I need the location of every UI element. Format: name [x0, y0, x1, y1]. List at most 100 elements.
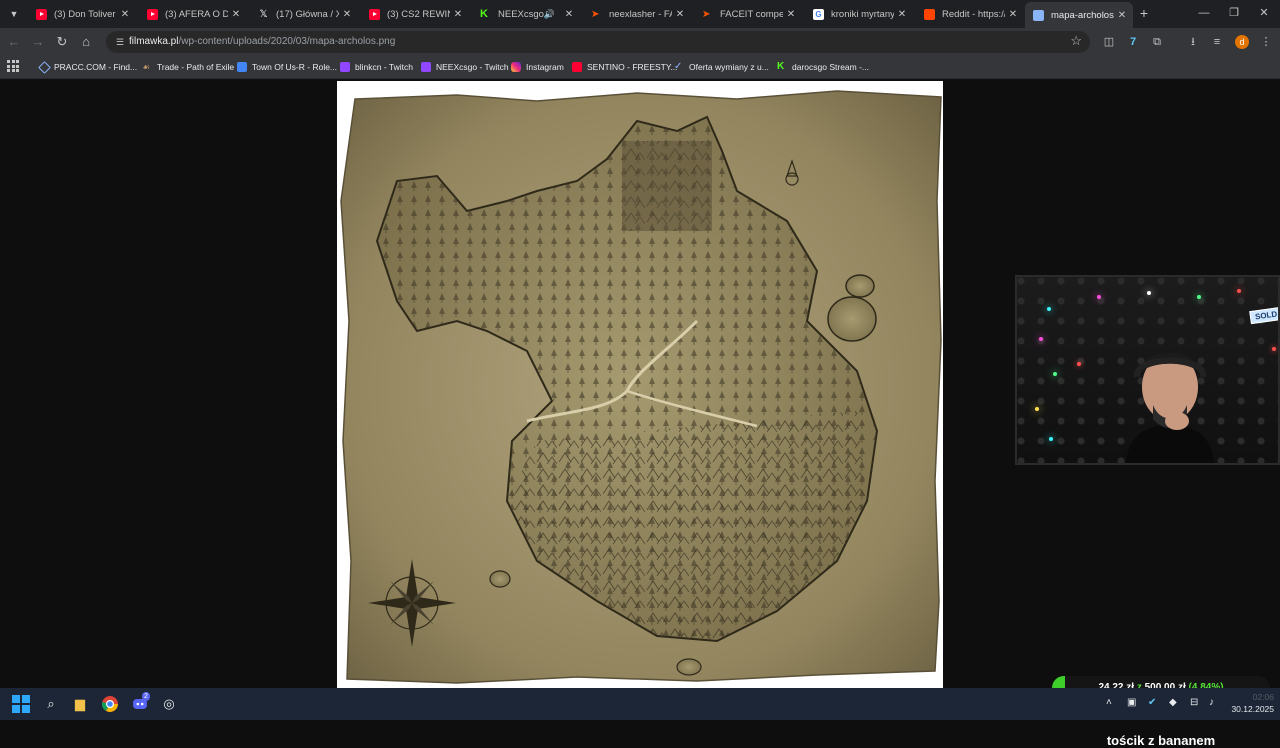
- bookmark-sentino[interactable]: SENTINO - FREESTY...: [572, 59, 678, 75]
- bookmark-label: NEEXcsgo - Twitch: [436, 62, 509, 72]
- windows-taskbar: ⌕ ▆ 2 ◎ ˄ ▣ ✔ ◆ ⊟ ♪ 02:06 30.12.2025: [0, 688, 1280, 720]
- tray-nvidia-icon[interactable]: ◆: [1169, 697, 1177, 708]
- close-icon[interactable]: ✕: [339, 9, 355, 20]
- discord-icon[interactable]: 2: [129, 692, 151, 715]
- home-button[interactable]: ⌂: [77, 33, 95, 51]
- bookmark-label: Trade - Path of Exile: [157, 62, 235, 72]
- forward-button[interactable]: →: [29, 33, 47, 51]
- restore-button[interactable]: ❐: [1222, 4, 1246, 22]
- tab-title: kroniki myrtany m: [831, 8, 894, 20]
- apps-grid-icon[interactable]: [7, 60, 19, 72]
- close-icon[interactable]: ✕: [228, 9, 244, 20]
- profile-avatar[interactable]: d: [1235, 35, 1249, 49]
- tab-cs2-rewind[interactable]: (3) CS2 REWIND 2 ✕: [361, 3, 469, 25]
- discord-badge: 2: [142, 692, 150, 701]
- volume-icon[interactable]: ♪: [1209, 697, 1214, 708]
- tab-title: Reddit - https://i.r: [942, 8, 1005, 20]
- tab-neexlasher-faceit[interactable]: ➤ neexlasher - FACE ✕: [583, 3, 691, 25]
- kick-icon: K: [480, 7, 488, 20]
- extensions-puzzle-icon[interactable]: ⧉: [1149, 34, 1165, 50]
- faceit-icon: ➤: [702, 8, 711, 20]
- tray-overflow-icon[interactable]: ˄: [1106, 697, 1112, 708]
- url-host: filmawka.pl: [129, 36, 179, 47]
- google-icon: G: [813, 8, 824, 20]
- bookmark-town-of-us[interactable]: Town Of Us-R - Role...: [237, 59, 337, 75]
- tab-kroniki-myrtany[interactable]: G kroniki myrtany m ✕: [805, 3, 913, 25]
- tab-afera[interactable]: (3) AFERA O DRU ✕: [139, 3, 247, 25]
- steam-icon[interactable]: ◎: [158, 693, 180, 715]
- close-icon[interactable]: ✕: [672, 9, 688, 20]
- youtube-icon: [36, 8, 47, 20]
- window-close-button[interactable]: ✕: [1252, 4, 1276, 22]
- extension-7tv-icon[interactable]: 7: [1125, 34, 1141, 50]
- bookmark-label: blinkcn - Twitch: [355, 62, 413, 72]
- bookmark-label: SENTINO - FREESTY...: [587, 62, 678, 72]
- close-icon[interactable]: ✕: [561, 9, 577, 20]
- tab-title: (3) Don Toliver - N: [54, 8, 117, 20]
- url-text[interactable]: filmawka.pl/wp-content/uploads/2020/03/m…: [129, 36, 395, 47]
- close-icon[interactable]: ✕: [1005, 9, 1021, 20]
- bookmarks-bar: PRACC.COM - Find... ☙ Trade - Path of Exi…: [0, 56, 1280, 79]
- tab-mapa-archolos[interactable]: mapa-archolos.pn ✕: [1025, 2, 1133, 28]
- bookmark-trade-poe[interactable]: ☙ Trade - Path of Exile: [142, 59, 234, 75]
- profile-initial: d: [1239, 37, 1245, 47]
- tab-title: (17) Główna / X: [276, 8, 339, 20]
- webcam-overlay: SOLD: [1015, 275, 1280, 465]
- reddit-icon: [924, 8, 935, 20]
- file-explorer-icon[interactable]: ▆: [69, 693, 91, 715]
- tab-reddit[interactable]: Reddit - https://i.r ✕: [916, 3, 1024, 25]
- back-button[interactable]: ←: [5, 33, 23, 51]
- clock-date: 30.12.2025: [1231, 704, 1274, 714]
- tab-title: neexlasher - FACE: [609, 8, 672, 20]
- system-clock[interactable]: 02:06 30.12.2025: [1231, 691, 1274, 715]
- x-icon: 𝕏: [259, 8, 268, 20]
- close-icon[interactable]: ✕: [894, 9, 910, 20]
- bookmark-label: Instagram: [526, 62, 564, 72]
- reload-button[interactable]: ↻: [53, 33, 71, 51]
- tab-title: (3) CS2 REWIND 2: [387, 8, 450, 20]
- donation-goal-title: tościk z bananem: [1106, 733, 1216, 748]
- media-controls-icon[interactable]: ≡: [1209, 34, 1225, 50]
- tab-title: (3) AFERA O DRU: [165, 8, 228, 20]
- close-icon[interactable]: ✕: [117, 9, 133, 20]
- instagram-icon: [511, 62, 521, 72]
- tab-x-glowna[interactable]: 𝕏 (17) Główna / X ✕: [250, 3, 358, 25]
- minimize-button[interactable]: —: [1192, 4, 1216, 22]
- bookmark-neexcsgo-twitch[interactable]: NEEXcsgo - Twitch: [421, 59, 509, 75]
- tab-neexcsgo-stream[interactable]: K NEEXcsgo Str 🔊 ✕: [472, 3, 580, 25]
- windows-start-icon[interactable]: [12, 695, 30, 713]
- download-icon[interactable]: ⭳: [1185, 34, 1201, 50]
- tab-title: mapa-archolos.pn: [1051, 9, 1114, 21]
- bookmark-blinkcn-twitch[interactable]: blinkcn - Twitch: [340, 59, 413, 75]
- bookmark-pracc[interactable]: PRACC.COM - Find...: [38, 59, 137, 75]
- browser-toolbar: ← → ↻ ⌂ ☰ filmawka.pl/wp-content/uploads…: [0, 28, 1280, 56]
- tab-faceit-competitive[interactable]: ➤ FACEIT competiti ✕: [694, 3, 802, 25]
- search-icon[interactable]: ⌕: [40, 693, 62, 715]
- tray-app-icon[interactable]: ▣: [1127, 697, 1136, 708]
- chrome-icon[interactable]: [99, 693, 121, 715]
- tab-don-toliver[interactable]: (3) Don Toliver - N ✕: [28, 3, 136, 25]
- bookmark-oferta-wymiany[interactable]: ✓ Oferta wymiany z u...: [674, 59, 769, 75]
- map-image[interactable]: [337, 81, 943, 688]
- speaker-icon[interactable]: 🔊: [544, 9, 555, 20]
- extension-icon[interactable]: ◫: [1101, 34, 1117, 50]
- bookmark-instagram[interactable]: Instagram: [511, 59, 564, 75]
- close-icon[interactable]: ✕: [450, 9, 466, 20]
- network-icon[interactable]: ⊟: [1190, 697, 1198, 708]
- steam-trade-icon: ✓: [674, 61, 683, 72]
- close-icon[interactable]: ✕: [1114, 10, 1130, 21]
- site-info-icon[interactable]: ☰: [112, 34, 128, 50]
- clock-time: 02:06: [1252, 692, 1274, 702]
- close-icon[interactable]: ✕: [783, 9, 799, 20]
- tray-steam-icon[interactable]: ✔: [1148, 697, 1156, 708]
- menu-kebab-icon[interactable]: ⋮: [1258, 34, 1274, 50]
- twitch-icon: [340, 62, 350, 72]
- new-tab-button[interactable]: +: [1136, 4, 1152, 24]
- twitch-icon: [421, 62, 431, 72]
- pracc-icon: [38, 60, 51, 74]
- tab-search-icon[interactable]: ▼: [4, 4, 24, 24]
- address-bar[interactable]: ☰ filmawka.pl/wp-content/uploads/2020/03…: [106, 31, 1090, 53]
- kick-icon: K: [777, 61, 785, 72]
- bookmark-darocsgo[interactable]: Kdarocsgo Stream -...: [777, 59, 869, 75]
- bookmark-star-icon[interactable]: ☆: [1070, 33, 1082, 49]
